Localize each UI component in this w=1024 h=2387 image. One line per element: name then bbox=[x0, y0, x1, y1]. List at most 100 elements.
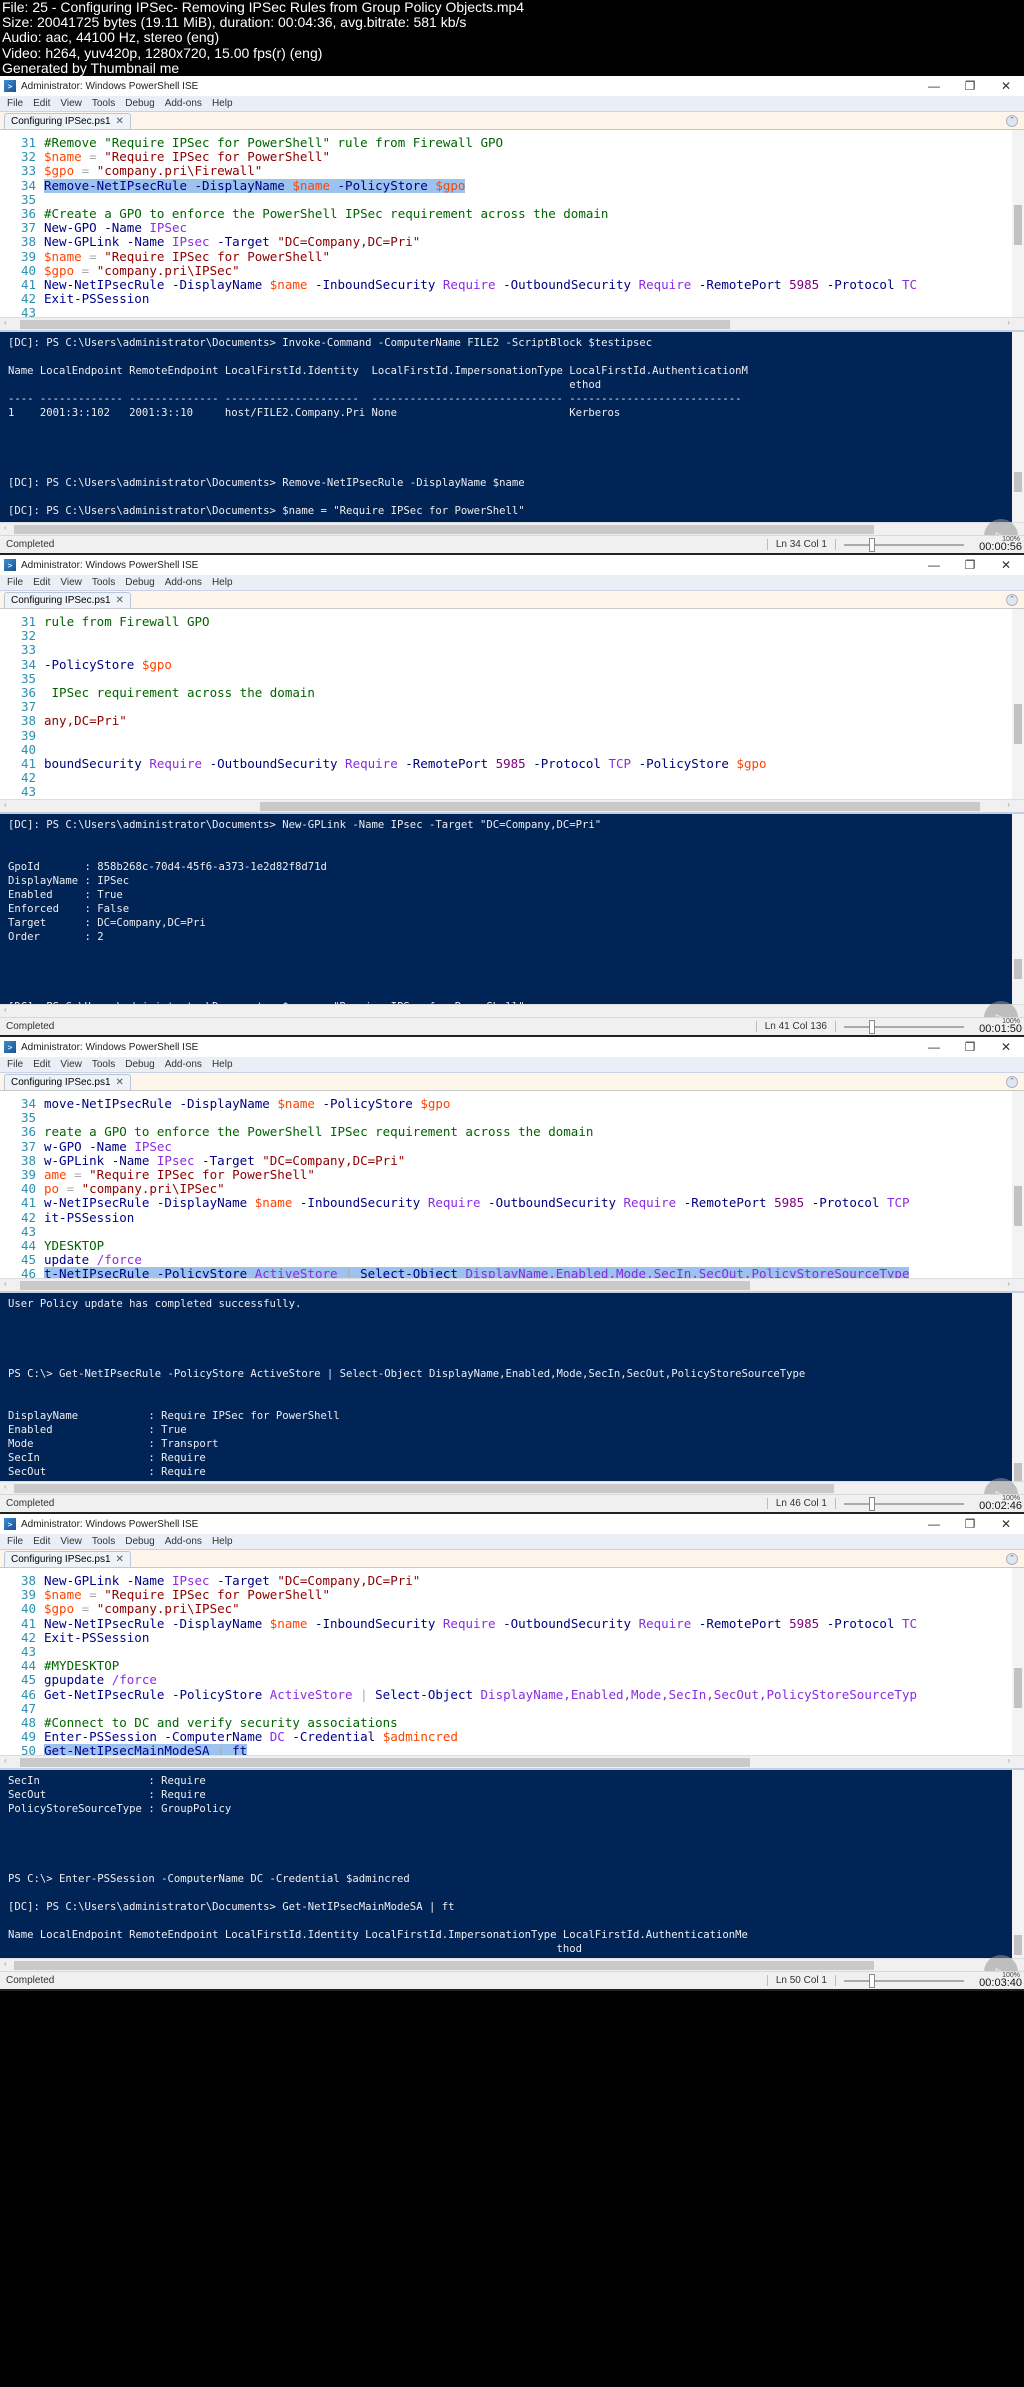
code-line[interactable]: 39 ame = "Require IPSec for PowerShell" bbox=[0, 1167, 1024, 1182]
code-line[interactable]: 41 boundSecurity Require -OutboundSecurit… bbox=[0, 756, 1024, 771]
scroll-left-icon[interactable]: ‹ bbox=[4, 1482, 7, 1491]
code-line[interactable]: 47 bbox=[0, 1701, 1024, 1716]
console-horizontal-scrollbar[interactable]: ‹ bbox=[0, 1004, 1024, 1017]
scrollbar-thumb[interactable] bbox=[20, 1281, 750, 1290]
menu-addons[interactable]: Add-ons bbox=[160, 98, 207, 109]
menu-addons[interactable]: Add-ons bbox=[160, 577, 207, 588]
code-line[interactable]: 45 gpupdate /force bbox=[0, 1673, 1024, 1687]
menu-view[interactable]: View bbox=[55, 1059, 87, 1070]
code-line[interactable]: 41 New-NetIPsecRule -DisplayName $name -I… bbox=[0, 1616, 1024, 1631]
code-line[interactable]: 41 w-NetIPsecRule -DisplayName $name -Inb… bbox=[0, 1196, 1024, 1210]
scrollbar-thumb[interactable] bbox=[20, 320, 730, 329]
menu-debug[interactable]: Debug bbox=[120, 577, 159, 588]
scrollbar-thumb[interactable] bbox=[1014, 1668, 1022, 1708]
scrollbar-thumb[interactable] bbox=[1014, 1935, 1022, 1955]
code-line[interactable]: 42 bbox=[0, 770, 1024, 785]
code-line[interactable]: 31 #Remove "Require IPSec for PowerShell"… bbox=[0, 135, 1024, 150]
console-horizontal-scrollbar[interactable]: ‹ bbox=[0, 1958, 1024, 1971]
scrollbar-thumb[interactable] bbox=[14, 525, 874, 534]
tab-configuring-ipsec[interactable]: Configuring IPSec.ps1 ✕ bbox=[4, 1551, 131, 1567]
zoom-slider[interactable] bbox=[844, 1019, 964, 1034]
code-line[interactable]: 37 New-GPO -Name IPSec bbox=[0, 220, 1024, 235]
scrollbar-thumb[interactable] bbox=[1014, 959, 1022, 979]
code-line[interactable]: 35 bbox=[0, 671, 1024, 686]
console-vertical-scrollbar[interactable] bbox=[1012, 1770, 1024, 1958]
code-line[interactable]: 31 rule from Firewall GPO bbox=[0, 614, 1024, 629]
menu-view[interactable]: View bbox=[55, 577, 87, 588]
console-pane[interactable]: [DC]: PS C:\Users\administrator\Document… bbox=[0, 812, 1024, 1004]
code-line[interactable]: 45 update /force bbox=[0, 1252, 1024, 1267]
menu-help[interactable]: Help bbox=[207, 1059, 238, 1070]
minimize-button[interactable]: — bbox=[916, 558, 952, 572]
collapse-script-pane-icon[interactable]: ⌃ bbox=[1006, 115, 1018, 127]
code-line[interactable]: 37 bbox=[0, 699, 1024, 714]
code-line[interactable]: 34 move-NetIPsecRule -DisplayName $name -… bbox=[0, 1096, 1024, 1111]
console-vertical-scrollbar[interactable] bbox=[1012, 1293, 1024, 1481]
script-editor[interactable]: 38 New-GPLink -Name IPsec -Target "DC=Com… bbox=[0, 1568, 1024, 1755]
code-line[interactable]: 40 bbox=[0, 742, 1024, 757]
minimize-button[interactable]: — bbox=[916, 1517, 952, 1531]
console-pane[interactable]: SecIn : Require SecOut : Require PolicySto… bbox=[0, 1768, 1024, 1958]
tab-configuring-ipsec[interactable]: Configuring IPSec.ps1 ✕ bbox=[4, 1074, 131, 1090]
menu-debug[interactable]: Debug bbox=[120, 1059, 159, 1070]
scrollbar-thumb[interactable] bbox=[1014, 205, 1022, 245]
editor-vertical-scrollbar[interactable] bbox=[1012, 130, 1024, 317]
restore-button[interactable]: ❐ bbox=[952, 1517, 988, 1531]
tab-close-icon[interactable]: ✕ bbox=[116, 1554, 124, 1565]
menu-help[interactable]: Help bbox=[207, 98, 238, 109]
scroll-left-icon[interactable]: ‹ bbox=[4, 1005, 7, 1014]
scrollbar-thumb[interactable] bbox=[1014, 1186, 1022, 1226]
tab-close-icon[interactable]: ✕ bbox=[116, 116, 124, 127]
code-line[interactable]: 50 Get-NetIPsecMainModeSA | ft bbox=[0, 1744, 1024, 1755]
console-vertical-scrollbar[interactable] bbox=[1012, 814, 1024, 1004]
code-line[interactable]: 35 bbox=[0, 192, 1024, 207]
code-line[interactable]: 43 bbox=[0, 785, 1024, 799]
code-line[interactable]: 34 Remove-NetIPsecRule -DisplayName $name… bbox=[0, 178, 1024, 193]
menu-tools[interactable]: Tools bbox=[87, 1536, 120, 1547]
collapse-script-pane-icon[interactable]: ⌃ bbox=[1006, 594, 1018, 606]
editor-vertical-scrollbar[interactable] bbox=[1012, 1568, 1024, 1755]
scrollbar-thumb[interactable] bbox=[14, 1484, 834, 1493]
scroll-left-icon[interactable]: ‹ bbox=[4, 1279, 7, 1288]
menu-addons[interactable]: Add-ons bbox=[160, 1536, 207, 1547]
close-button[interactable]: ✕ bbox=[988, 1040, 1024, 1054]
scrollbar-thumb[interactable] bbox=[260, 802, 980, 811]
code-line[interactable]: 34 -PolicyStore $gpo bbox=[0, 657, 1024, 672]
menu-help[interactable]: Help bbox=[207, 577, 238, 588]
console-pane[interactable]: User Policy update has completed success… bbox=[0, 1291, 1024, 1481]
scroll-left-icon[interactable]: ‹ bbox=[4, 523, 7, 532]
scrollbar-thumb[interactable] bbox=[1014, 1463, 1022, 1481]
tab-configuring-ipsec[interactable]: Configuring IPSec.ps1 ✕ bbox=[4, 592, 131, 608]
menu-debug[interactable]: Debug bbox=[120, 98, 159, 109]
editor-horizontal-scrollbar[interactable]: ‹ › bbox=[0, 1278, 1024, 1291]
code-line[interactable]: 38 w-GPLink -Name IPsec -Target "DC=Compa… bbox=[0, 1153, 1024, 1168]
menu-view[interactable]: View bbox=[55, 98, 87, 109]
restore-button[interactable]: ❐ bbox=[952, 558, 988, 572]
code-line[interactable]: 48 #Connect to DC and verify security ass… bbox=[0, 1715, 1024, 1730]
code-line[interactable]: 37 w-GPO -Name IPSec bbox=[0, 1139, 1024, 1154]
code-line[interactable]: 42 Exit-PSSession bbox=[0, 1630, 1024, 1645]
zoom-slider[interactable] bbox=[844, 1496, 964, 1511]
code-line[interactable]: 40 $gpo = "company.pri\IPSec" bbox=[0, 263, 1024, 278]
code-line[interactable]: 42 it-PSSession bbox=[0, 1210, 1024, 1225]
code-line[interactable]: 43 bbox=[0, 306, 1024, 317]
minimize-button[interactable]: — bbox=[916, 1040, 952, 1054]
zoom-slider-knob[interactable] bbox=[869, 1973, 875, 1988]
code-line[interactable]: 49 Enter-PSSession -ComputerName DC -Cred… bbox=[0, 1729, 1024, 1744]
menu-tools[interactable]: Tools bbox=[87, 577, 120, 588]
scrollbar-thumb[interactable] bbox=[20, 1758, 750, 1767]
code-line[interactable]: 33 $gpo = "company.pri\Firewall" bbox=[0, 164, 1024, 178]
code-line[interactable]: 42 Exit-PSSession bbox=[0, 291, 1024, 306]
editor-horizontal-scrollbar[interactable]: ‹ › bbox=[0, 1755, 1024, 1768]
scroll-left-icon[interactable]: ‹ bbox=[4, 318, 7, 327]
code-line[interactable]: 46 t-NetIPsecRule -PolicyStore ActiveStor… bbox=[0, 1267, 1024, 1278]
restore-button[interactable]: ❐ bbox=[952, 79, 988, 93]
code-line[interactable]: 43 bbox=[0, 1224, 1024, 1239]
script-editor[interactable]: 34 move-NetIPsecRule -DisplayName $name -… bbox=[0, 1091, 1024, 1278]
menu-tools[interactable]: Tools bbox=[87, 98, 120, 109]
console-vertical-scrollbar[interactable] bbox=[1012, 332, 1024, 522]
tab-close-icon[interactable]: ✕ bbox=[116, 595, 124, 606]
code-line[interactable]: 33 bbox=[0, 643, 1024, 657]
scroll-left-icon[interactable]: ‹ bbox=[4, 800, 7, 809]
tab-configuring-ipsec[interactable]: Configuring IPSec.ps1 ✕ bbox=[4, 113, 131, 129]
